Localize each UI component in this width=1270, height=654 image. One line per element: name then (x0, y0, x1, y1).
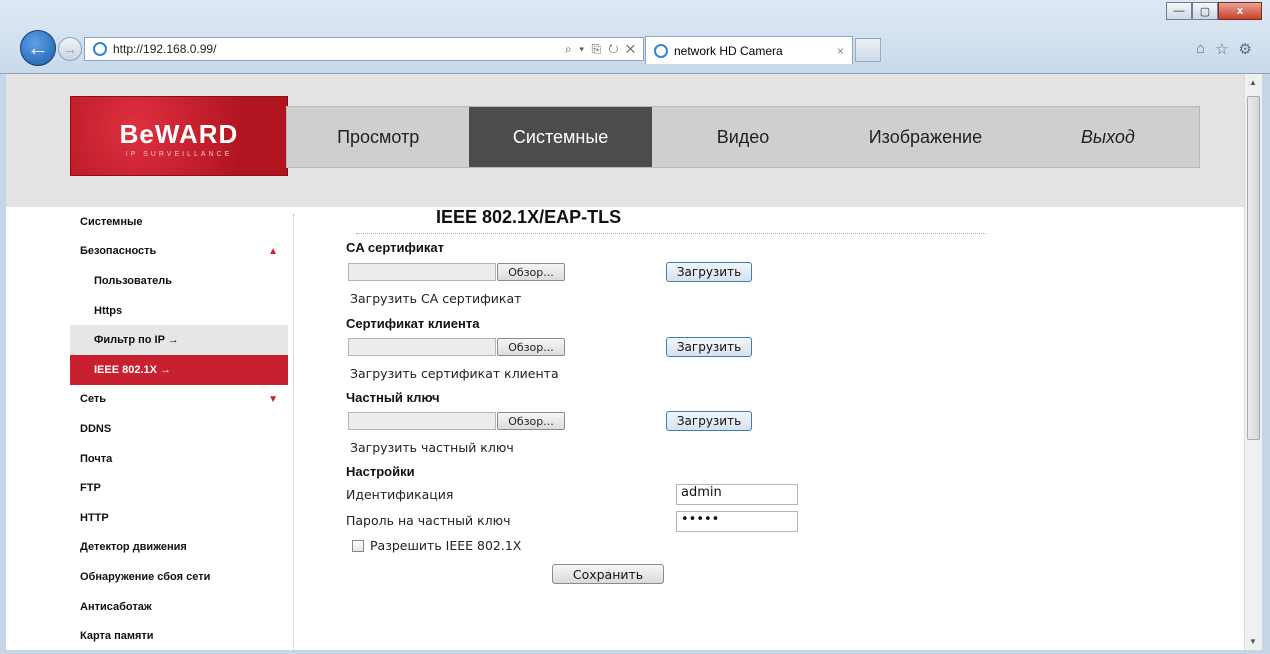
sidebar-item-ddns[interactable]: DDNS (70, 414, 288, 444)
enable-ieee8021x-label[interactable]: Разрешить IEEE 802.1X (370, 538, 521, 553)
sidebar-item-label: HTTP (80, 511, 109, 524)
ie-page-icon (93, 42, 107, 56)
sidebar-item-label: Пользователь (94, 274, 173, 287)
sidebar-item-label: Https (94, 304, 123, 317)
close-window-button[interactable]: x (1218, 2, 1262, 20)
title-divider (356, 233, 986, 234)
sidebar-item-system[interactable]: Системные (70, 207, 288, 237)
sidebar-item-label: IEEE 802.1X → (94, 363, 172, 376)
arrow-left-icon: ← (27, 35, 49, 60)
browser-right-icons: ⌂ ☆ ⚙ (1196, 40, 1252, 58)
sidebar-item-label: Карта памяти (80, 630, 154, 643)
nav-image[interactable]: Изображение (834, 107, 1016, 167)
tools-gear-icon[interactable]: ⚙ (1239, 40, 1252, 58)
nav-logout[interactable]: Выход (1017, 107, 1199, 167)
vertical-scrollbar[interactable]: ▲ ▼ (1244, 74, 1262, 650)
sidebar: Системные Безопасность ▲ Пользователь Htt… (70, 207, 288, 650)
expand-arrow-icon: ▼ (268, 393, 278, 405)
logo-text: BeWARD (119, 119, 239, 149)
sidebar-item-label: Системные (80, 215, 143, 228)
nav-system[interactable]: Системные (469, 107, 652, 167)
client-cert-hint: Загрузить сертификат клиента (350, 366, 559, 381)
logo-subtitle: IP SURVEILLANCE (125, 151, 233, 158)
maximize-button[interactable]: ▢ (1192, 2, 1218, 20)
back-button[interactable]: ← (20, 30, 56, 66)
ca-cert-hint: Загрузить CA сертификат (350, 291, 522, 306)
sidebar-item-label: FTP (80, 482, 101, 495)
sidebar-item-label: Сеть (80, 393, 107, 406)
ca-cert-title: CA сертификат (346, 240, 444, 255)
tab-close-icon[interactable]: × (837, 44, 844, 58)
forward-button[interactable]: → (58, 37, 82, 61)
identity-input[interactable]: admin (676, 484, 798, 505)
arrow-right-icon: → (63, 41, 77, 57)
sidebar-item-user[interactable]: Пользователь (70, 266, 288, 296)
sidebar-item-label: Фильтр по IP → (94, 334, 179, 347)
page-header: BeWARD IP SURVEILLANCE Просмотр Системны… (6, 74, 1244, 207)
client-cert-upload-button[interactable]: Загрузить (666, 337, 752, 357)
sidebar-item-mail[interactable]: Почта (70, 444, 288, 474)
ca-cert-file-field[interactable] (348, 263, 496, 281)
scroll-down-icon[interactable]: ▼ (1249, 637, 1257, 646)
sidebar-item-ftp[interactable]: FTP (70, 473, 288, 503)
sidebar-divider (293, 214, 294, 650)
sidebar-item-label: Безопасность (80, 245, 157, 258)
main-content: IEEE 802.1X/EAP-TLS CA сертификат Обзор.… (296, 207, 996, 650)
sidebar-item-security[interactable]: Безопасность ▲ (70, 237, 288, 267)
sidebar-item-label: Обнаружение сбоя сети (80, 570, 211, 583)
favorites-star-icon[interactable]: ☆ (1215, 40, 1228, 58)
settings-title: Настройки (346, 464, 415, 479)
minimize-button[interactable]: — (1166, 2, 1192, 20)
sidebar-item-label: Почта (80, 452, 113, 465)
window-controls: — ▢ x (1166, 2, 1262, 20)
top-navigation: Просмотр Системные Видео Изображение Вых… (286, 106, 1200, 168)
sidebar-item-label: Детектор движения (80, 541, 187, 554)
private-key-browse-button[interactable]: Обзор... (497, 412, 565, 430)
sidebar-item-ieee8021x[interactable]: IEEE 802.1X → (70, 354, 288, 385)
address-text: http://192.168.0.99/ (113, 42, 217, 56)
key-password-label: Пароль на частный ключ (346, 513, 511, 528)
window-frame-right (1262, 74, 1270, 654)
save-button[interactable]: Сохранить (552, 564, 664, 584)
beward-logo[interactable]: BeWARD IP SURVEILLANCE (70, 96, 288, 176)
sidebar-item-tamper[interactable]: Антисаботаж (70, 592, 288, 622)
page-viewport: BeWARD IP SURVEILLANCE Просмотр Системны… (6, 74, 1244, 650)
browser-chrome: — ▢ x ← → http://192.168.0.99/ ⌕ ▾ ⎘ ↻ ✕… (0, 0, 1270, 74)
sidebar-item-ip-filter[interactable]: Фильтр по IP → (70, 325, 288, 355)
sidebar-item-network[interactable]: Сеть ▼ (70, 385, 288, 415)
nav-video[interactable]: Видео (652, 107, 834, 167)
ca-cert-upload-button[interactable]: Загрузить (666, 262, 752, 282)
identity-label: Идентификация (346, 487, 454, 502)
window-frame-bottom (0, 650, 1270, 654)
tab-title: network HD Camera (674, 43, 783, 58)
address-bar[interactable]: http://192.168.0.99/ ⌕ ▾ ⎘ ↻ ✕ (84, 37, 644, 61)
home-icon[interactable]: ⌂ (1196, 40, 1205, 58)
sidebar-item-http[interactable]: HTTP (70, 503, 288, 533)
private-key-upload-button[interactable]: Загрузить (666, 411, 752, 431)
page-title: IEEE 802.1X/EAP-TLS (436, 207, 622, 227)
scroll-up-icon[interactable]: ▲ (1249, 78, 1257, 87)
client-cert-file-field[interactable] (348, 338, 496, 356)
nav-view[interactable]: Просмотр (287, 107, 469, 167)
sidebar-item-network-failure[interactable]: Обнаружение сбоя сети (70, 562, 288, 592)
sidebar-item-label: Антисаботаж (80, 600, 152, 613)
private-key-hint: Загрузить частный ключ (350, 440, 514, 455)
address-tools-icons[interactable]: ⌕ ▾ ⎘ ↻ ✕ (565, 42, 637, 57)
enable-ieee8021x-checkbox[interactable] (352, 540, 364, 552)
browser-tab[interactable]: network HD Camera × (645, 36, 853, 64)
scrollbar-thumb[interactable] (1247, 96, 1260, 440)
sidebar-item-label: DDNS (80, 422, 112, 435)
sidebar-item-https[interactable]: Https (70, 296, 288, 326)
sidebar-item-motion-detector[interactable]: Детектор движения (70, 533, 288, 563)
private-key-file-field[interactable] (348, 412, 496, 430)
ca-cert-browse-button[interactable]: Обзор... (497, 263, 565, 281)
sidebar-item-memory-card[interactable]: Карта памяти (70, 621, 288, 650)
client-cert-browse-button[interactable]: Обзор... (497, 338, 565, 356)
key-password-input[interactable]: ••••• (676, 511, 798, 532)
client-cert-title: Сертификат клиента (346, 316, 480, 331)
new-tab-button[interactable] (855, 38, 881, 62)
private-key-title: Частный ключ (346, 390, 440, 405)
collapse-arrow-icon: ▲ (268, 245, 278, 257)
ie-tab-icon (654, 43, 668, 58)
